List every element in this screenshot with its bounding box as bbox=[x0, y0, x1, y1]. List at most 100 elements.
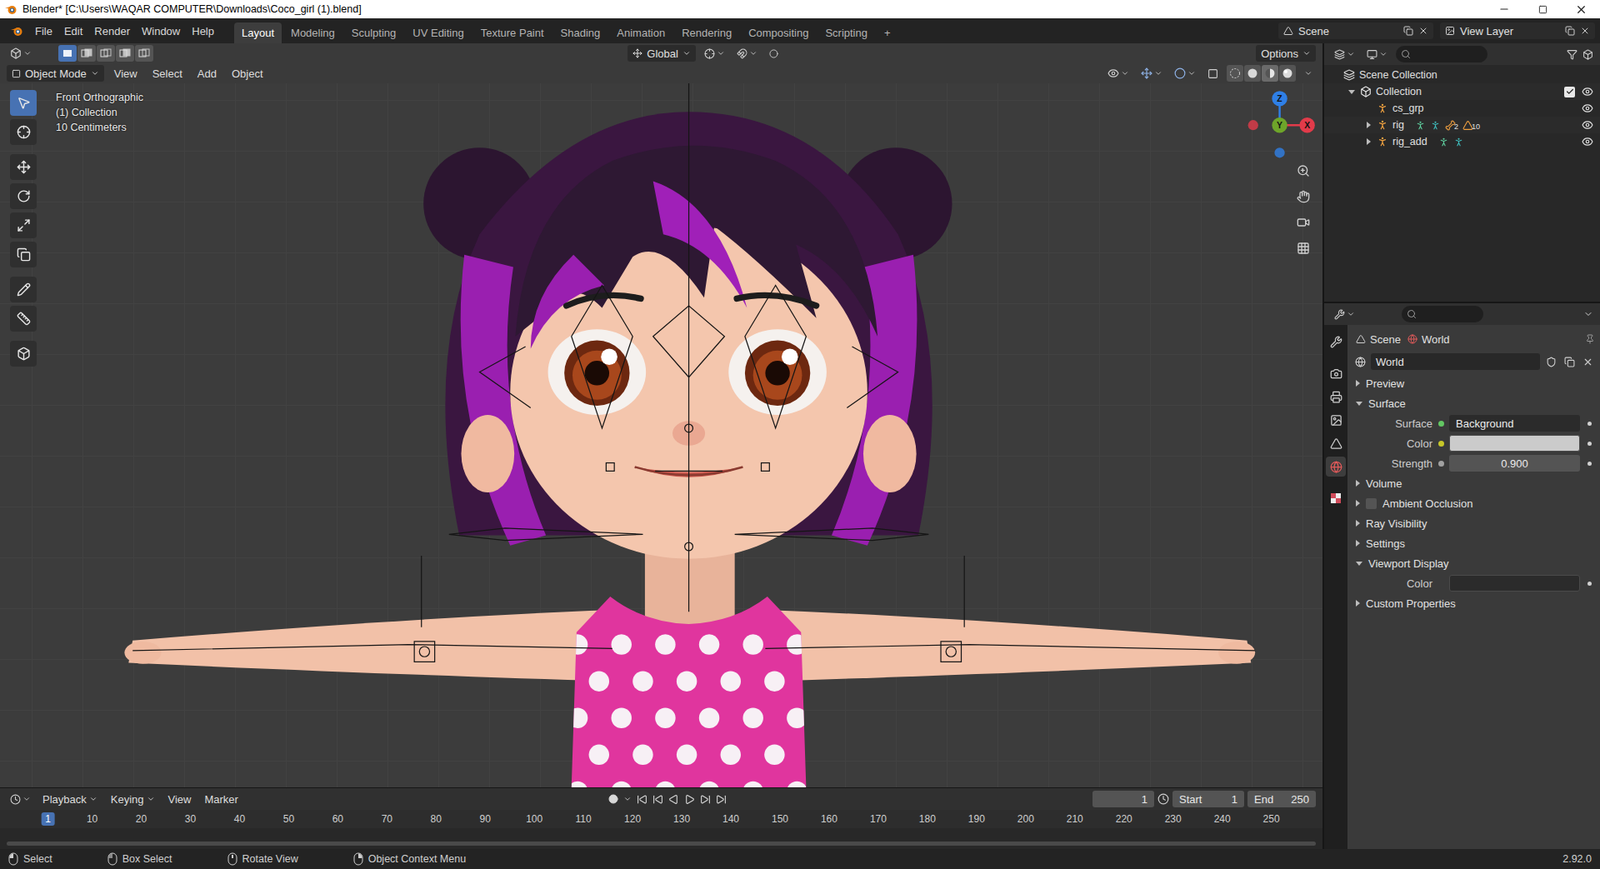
panel-header[interactable]: Ambient Occlusion bbox=[1352, 493, 1595, 514]
preview-range-icon[interactable] bbox=[1157, 793, 1170, 805]
gizmo-axis[interactable]: Y bbox=[1271, 117, 1287, 133]
record-icon[interactable] bbox=[608, 794, 619, 805]
proportional-edit-button[interactable] bbox=[765, 47, 782, 60]
navigation-gizmo[interactable]: ZYX bbox=[1248, 90, 1315, 158]
outliner-row[interactable]: cs_grp bbox=[1324, 100, 1600, 117]
tool-button[interactable] bbox=[10, 340, 37, 367]
panel-header[interactable]: Ray Visibility bbox=[1352, 513, 1595, 534]
tool-button[interactable] bbox=[10, 119, 37, 145]
view-layer-selector[interactable]: View Layer bbox=[1440, 22, 1595, 40]
frame-ruler[interactable]: 1102030405060708090100110120130140150160… bbox=[0, 810, 1323, 829]
properties-tab[interactable] bbox=[1325, 433, 1346, 454]
workspace-tab[interactable]: Scripting bbox=[817, 22, 875, 44]
visibility-eye-icon[interactable] bbox=[1581, 85, 1594, 98]
restore-button[interactable] bbox=[1523, 0, 1562, 19]
properties-tab[interactable] bbox=[1325, 410, 1346, 430]
workspace-tab[interactable]: Animation bbox=[609, 22, 673, 44]
panel-header[interactable]: Surface bbox=[1352, 393, 1595, 414]
workspace-tab[interactable]: UV Editing bbox=[405, 22, 471, 44]
shading-mode-button[interactable] bbox=[1279, 65, 1296, 82]
menu-item[interactable]: File bbox=[30, 22, 58, 40]
outliner-child-icon[interactable] bbox=[1415, 120, 1426, 131]
visibility-eye-icon[interactable] bbox=[1581, 102, 1594, 115]
jump-start-icon[interactable] bbox=[636, 794, 648, 805]
viewport-menu-item[interactable]: Object bbox=[226, 65, 269, 82]
timeline-track[interactable] bbox=[0, 828, 1323, 850]
menu-item[interactable]: Render bbox=[89, 22, 135, 40]
timeline-menu[interactable]: Marker bbox=[199, 791, 243, 808]
panel-header[interactable]: Volume bbox=[1352, 473, 1595, 494]
color-swatch[interactable] bbox=[1449, 435, 1580, 452]
unlink-button[interactable] bbox=[1580, 353, 1595, 370]
outliner-row[interactable]: Scene Collection bbox=[1324, 66, 1600, 84]
viewport-canvas[interactable]: ZYXFront Orthographic(1) Collection10 Ce… bbox=[0, 83, 1323, 788]
minimize-button[interactable] bbox=[1485, 0, 1524, 19]
tool-button[interactable] bbox=[10, 212, 37, 239]
overlays-button[interactable] bbox=[1170, 65, 1200, 81]
duplicate-button[interactable] bbox=[1561, 353, 1577, 370]
add-workspace-button[interactable]: + bbox=[876, 22, 899, 44]
menu-item[interactable]: Edit bbox=[59, 22, 88, 40]
display-mode-button[interactable] bbox=[1363, 47, 1391, 62]
tool-button[interactable] bbox=[10, 183, 37, 210]
workspace-tab[interactable]: Layout bbox=[234, 22, 282, 44]
orientation-dropdown[interactable]: Global bbox=[627, 45, 696, 62]
outliner-search[interactable] bbox=[1395, 45, 1488, 63]
select-mode-button[interactable] bbox=[77, 45, 96, 62]
current-frame-field[interactable]: 1 bbox=[1092, 790, 1155, 808]
editor-type-button[interactable] bbox=[6, 45, 35, 61]
gizmo-button[interactable] bbox=[1137, 65, 1166, 81]
panel-header[interactable]: Preview bbox=[1352, 373, 1595, 394]
expand-arrow[interactable] bbox=[1347, 90, 1356, 95]
timeline-menu[interactable]: Playback bbox=[37, 791, 103, 808]
viewport-scene[interactable]: ZYX bbox=[0, 83, 1323, 788]
blender-menu[interactable] bbox=[6, 23, 27, 39]
jump-end-icon[interactable] bbox=[715, 794, 727, 805]
color-swatch[interactable] bbox=[1449, 575, 1580, 592]
shading-mode-button[interactable] bbox=[1261, 65, 1279, 82]
keyframe-dot[interactable] bbox=[1587, 581, 1592, 586]
end-frame-field[interactable]: End250 bbox=[1247, 790, 1316, 808]
options-dropdown[interactable]: Options bbox=[1255, 45, 1316, 62]
workspace-tab[interactable]: Shading bbox=[553, 22, 609, 44]
gizmo-axis[interactable]: X bbox=[1299, 117, 1315, 133]
outliner-row[interactable]: Collection bbox=[1324, 83, 1600, 100]
play-icon[interactable] bbox=[684, 794, 695, 805]
outliner-child-icon[interactable] bbox=[1430, 120, 1441, 131]
outliner-child-icon[interactable] bbox=[1438, 136, 1450, 148]
camera-view-button[interactable] bbox=[1292, 211, 1314, 233]
socket-dot[interactable] bbox=[1438, 420, 1445, 427]
tool-button[interactable] bbox=[10, 90, 37, 116]
world-name-field[interactable]: World bbox=[1370, 353, 1540, 370]
exclude-checkbox[interactable] bbox=[1564, 86, 1575, 98]
visibility-eye-icon[interactable] bbox=[1581, 135, 1594, 148]
keyframe-dot[interactable] bbox=[1587, 461, 1592, 466]
tool-button[interactable] bbox=[10, 305, 37, 332]
panel-header[interactable]: Custom Properties bbox=[1352, 593, 1595, 614]
workspace-tab[interactable]: Compositing bbox=[740, 22, 816, 44]
editor-type-button[interactable] bbox=[6, 792, 35, 807]
xray-button[interactable] bbox=[1204, 66, 1222, 81]
new-collection-icon[interactable] bbox=[1582, 49, 1594, 60]
play-reverse-icon[interactable] bbox=[668, 794, 680, 805]
editor-type-button[interactable] bbox=[1330, 47, 1359, 62]
select-mode-button[interactable] bbox=[135, 45, 154, 62]
previous-key-icon[interactable] bbox=[652, 794, 664, 805]
shading-options-button[interactable] bbox=[1300, 67, 1316, 80]
viewport-menu-item[interactable]: Add bbox=[192, 65, 222, 82]
start-frame-field[interactable]: Start1 bbox=[1172, 790, 1245, 808]
outliner-child-icon[interactable] bbox=[1453, 136, 1465, 148]
property-field[interactable]: 0.900 bbox=[1449, 455, 1580, 472]
panel-header[interactable]: Settings bbox=[1352, 533, 1595, 554]
panel-header[interactable]: Viewport Display bbox=[1352, 553, 1595, 574]
menu-item[interactable]: Window bbox=[136, 22, 185, 40]
fake-user-button[interactable] bbox=[1543, 353, 1559, 370]
workspace-tab[interactable]: Modeling bbox=[283, 22, 343, 44]
zoom-button[interactable] bbox=[1292, 160, 1314, 181]
outliner-row[interactable]: rig210 bbox=[1324, 116, 1600, 134]
timeline-scrollbar[interactable] bbox=[6, 841, 1316, 846]
keyframe-dot[interactable] bbox=[1587, 441, 1592, 446]
keyframe-dot[interactable] bbox=[1587, 421, 1592, 426]
shading-mode-button[interactable] bbox=[1226, 65, 1244, 82]
select-mode-button[interactable] bbox=[115, 45, 135, 62]
